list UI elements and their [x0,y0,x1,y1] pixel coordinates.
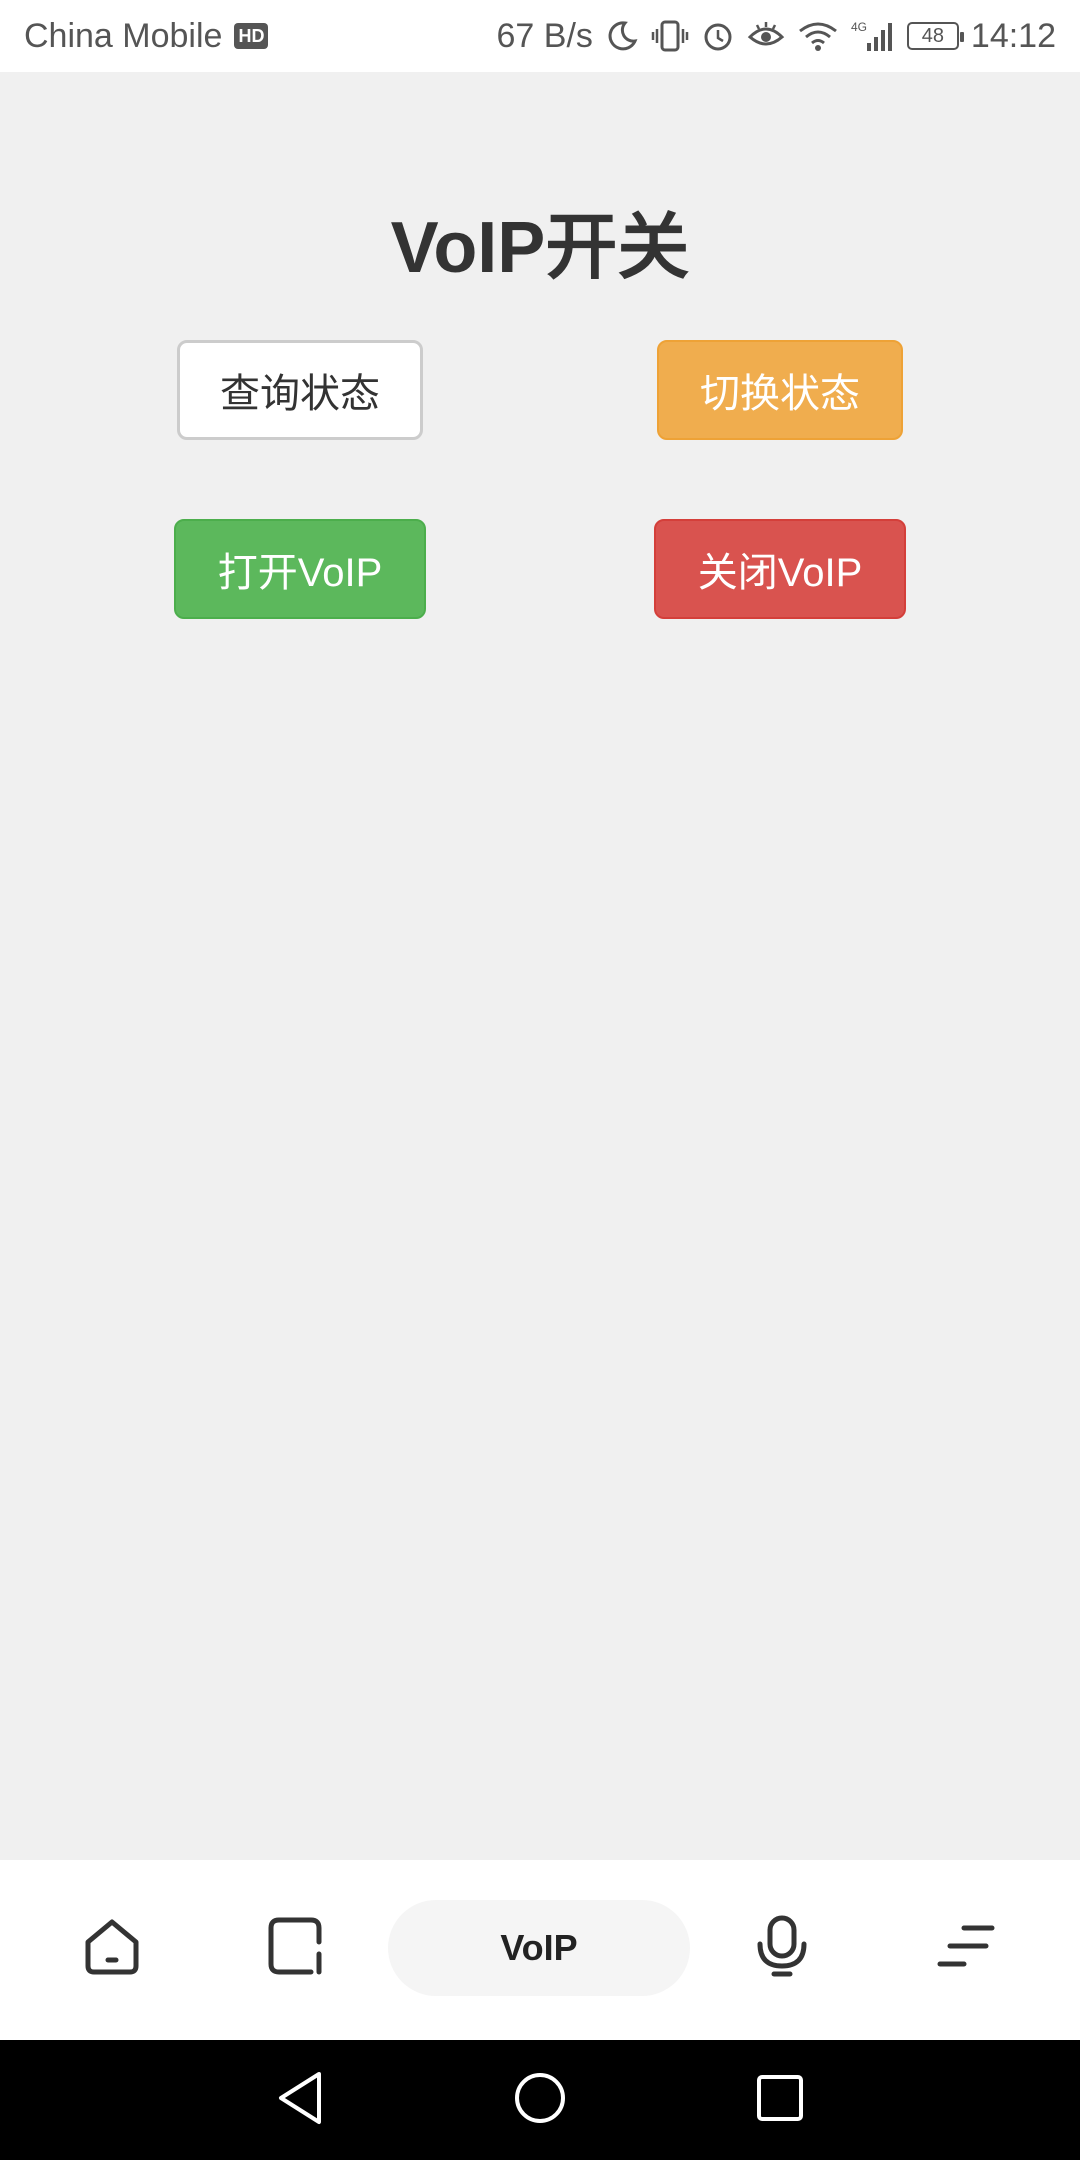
page-title: VoIP开关 [390,208,690,288]
square-icon [263,1914,327,1983]
status-left: China Mobile HD [24,16,269,56]
back-button[interactable] [270,2070,330,2130]
battery-icon: 48 [906,22,964,50]
system-nav-bar [0,2040,1080,2160]
close-voip-button[interactable]: 关闭VoIP [654,519,906,619]
tab-square[interactable] [255,1900,335,1996]
open-voip-button[interactable]: 打开VoIP [174,519,426,619]
net-speed: 67 B/s [496,16,593,55]
recent-apps-button[interactable] [750,2070,810,2130]
signal-icon: 4G [851,19,895,53]
recent-apps-icon [755,2073,805,2128]
back-icon [275,2070,325,2131]
vibrate-icon [651,19,689,53]
tab-menu[interactable] [926,1900,1006,1996]
mic-icon [750,1914,814,1983]
battery-level: 48 [921,24,945,47]
clock: 14:12 [970,16,1056,55]
moon-icon [605,19,639,53]
home-circle-icon [512,2070,568,2131]
network-type-label: 4G [851,20,867,34]
toggle-status-button[interactable]: 切换状态 [657,340,903,440]
wifi-icon [797,19,839,53]
tab-home[interactable] [72,1900,152,1996]
alarm-icon [701,19,735,53]
hd-badge: HD [234,23,269,49]
eye-icon [747,19,785,53]
main-content: VoIP开关 查询状态 切换状态 打开VoIP 关闭VoIP [0,72,1080,1860]
home-button[interactable] [510,2070,570,2130]
bottom-tab-bar: VoIP [0,1860,1080,2040]
status-right: 67 B/s 4G 48 14:12 [497,17,1056,56]
query-status-button[interactable]: 查询状态 [177,340,423,440]
carrier-name: China Mobile [24,16,223,55]
tab-mic[interactable] [742,1900,822,1996]
status-bar: China Mobile HD 67 B/s 4G 48 14:12 [0,0,1080,72]
tab-voip[interactable]: VoIP [388,1900,690,1996]
home-icon [80,1914,144,1983]
menu-icon [934,1914,998,1983]
